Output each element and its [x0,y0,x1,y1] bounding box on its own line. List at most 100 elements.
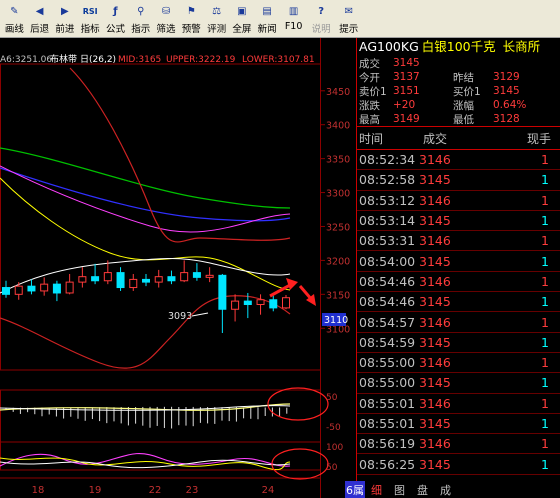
tick-vol: 1 [541,233,549,249]
ticks-header: 时间 成交 现手 [357,126,560,150]
tick-row: 08:55:00 3146 1 [357,353,560,374]
quote-v2: 0.64% [493,99,527,111]
candle-body [52,283,61,294]
toolbar-button-13[interactable]: ✉ 提示 [335,0,362,36]
indicator-period: 日(26,2) [80,54,116,65]
exchange-name: 长商所 [502,39,541,54]
tick-row: 08:52:58 3145 1 [357,170,560,191]
tick-time: 08:53:31 [359,233,416,249]
quote-k1: 成交 [359,57,380,70]
toolbar-button-2[interactable]: ▶ 前进 [53,0,78,36]
tick-row: 08:52:34 3146 1 [357,150,560,171]
tick-row: 08:56:25 3145 1 [357,454,560,475]
rsi-indicator-icon: RSI [82,6,98,16]
current-price-label: 3110 [324,315,348,326]
bottom-tab-4[interactable]: 成 [434,481,457,498]
tick-row: 08:54:59 3145 1 [357,333,560,353]
evaluate-icon: ⚖ [212,5,222,17]
quote-k2: 最低 [453,113,474,126]
tick-vol: 1 [541,152,549,168]
quote-k1: 卖价1 [359,85,387,98]
toolbar-button-label: 评测 [207,24,227,35]
candle-body [282,297,290,309]
tick-vol: 1 [541,355,549,371]
tick-time: 08:54:59 [359,334,416,350]
candle-body [256,299,265,306]
toolbar-button-11[interactable]: ▥ F10 [280,0,307,36]
toolbar-button-label: 说明 [311,24,331,35]
toolbar-button-5[interactable]: ⚲ 指示 [128,0,153,36]
tick-vol: 1 [541,294,549,310]
toolbar-button-7[interactable]: ⚑ 预警 [179,0,204,36]
indicator-icon: ⚲ [137,5,145,17]
quote-row: 最高 3149 最低 3128 [357,112,560,126]
price-chart[interactable]: A6:3251.06布林带 日(26,2) MID:3165 UPPER:3222.1… [0,38,355,498]
x-axis-label: 22 [149,485,162,496]
tick-price: 3146 [419,152,451,168]
ma-readout: A6:3251.06 [0,55,52,65]
tick-row: 08:53:12 3146 1 [357,191,560,211]
candle-body [103,272,112,282]
toolbar-button-label: 公式 [105,24,125,35]
candle-body [40,283,49,292]
toolbar-button-1[interactable]: ◀ 后退 [27,0,52,36]
quote-k2: 昨结 [453,71,474,84]
news-icon: ▤ [262,5,272,17]
bottom-tab-3[interactable]: 盘 [411,481,434,498]
boll-lower-line [0,295,291,369]
instrument-name: 白银100千克 [421,39,496,54]
toolbar-button-6[interactable]: ⛁ 筛选 [154,0,179,36]
toolbar-button-label: 指示 [131,24,151,35]
toolbar-button-12[interactable]: ? 说明 [308,0,335,36]
candle-body [192,272,201,278]
tick-vol: 1 [541,314,549,330]
bottom-tab-1[interactable]: 细 [365,481,388,498]
ticks-header-time: 时间 [359,131,384,146]
up-arrow-icon [286,278,298,290]
tick-vol: 1 [541,416,549,431]
kdj-tick-label: 100 [326,443,343,453]
upper-readout: UPPER:3222.19 [166,55,236,65]
candle-body [154,276,163,283]
tick-vol: 1 [541,375,549,391]
tick-price: 3145 [419,172,451,188]
ticks-header-vol: 现手 [526,131,551,146]
ticks-list[interactable]: 08:52:34 3146 1 08:52:58 3145 1 08:53:12 3146 1 0… [357,150,560,475]
candle-body [167,276,176,282]
macd-tick-label: -50 [326,423,341,433]
instrument-title: AG100KG 白银100千克 长商所 [357,38,560,56]
quote-row: 今开 3137 昨结 3129 [357,70,560,84]
tick-price: 3145 [419,213,451,229]
low-annotation-pointer [191,312,209,317]
toolbar-button-label: 后退 [30,24,50,35]
quote-k2: 买价1 [453,85,481,98]
toolbar-button-3[interactable]: RSI 指标 [78,0,103,36]
tick-time: 08:54:46 [359,294,416,310]
tick-vol: 1 [541,213,549,229]
tick-vol: 1 [541,334,549,350]
bottom-tab-0[interactable]: 6属 [345,481,365,498]
toolbar-button-10[interactable]: ▤ 新闻 [255,0,280,36]
ma-magenta-line [0,165,291,233]
candle-body [91,276,100,282]
candle-body [65,281,74,294]
formula-icon: ƒ [113,5,118,17]
toolbar-button-0[interactable]: ✎ 画线 [2,0,27,36]
tick-price: 3145 [419,334,451,350]
candle-body [129,278,138,289]
toolbar-button-9[interactable]: ▣ 全屏 [230,0,255,36]
tick-price: 3145 [419,416,451,431]
toolbar-button-8[interactable]: ⚖ 评测 [204,0,229,36]
bottom-tab-2[interactable]: 图 [388,481,411,498]
low-annotation: 3093 [168,311,192,322]
tick-vol: 1 [541,436,549,452]
toolbar-button-label: 指标 [80,24,100,35]
quote-v2: 3129 [493,71,520,83]
help-icon: ? [318,5,325,17]
tick-row: 08:54:46 3146 1 [357,272,560,293]
x-axis-label: 18 [32,485,45,496]
tick-row: 08:54:00 3145 1 [357,251,560,272]
price-tick-label: 3250 [326,222,350,233]
toolbar-button-4[interactable]: ƒ 公式 [103,0,128,36]
candle-body [142,278,150,283]
